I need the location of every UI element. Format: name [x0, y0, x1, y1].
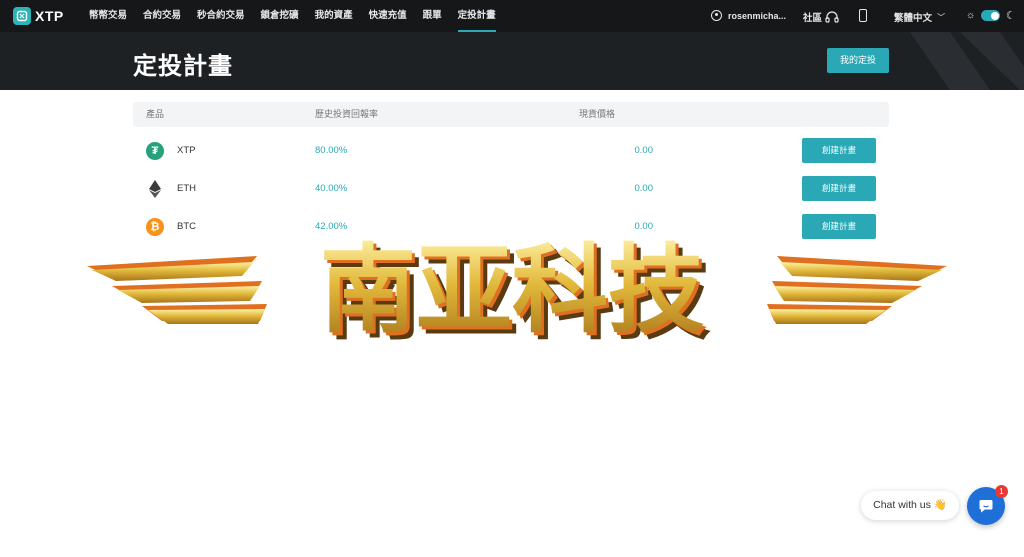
return-rate: 80.00%: [315, 145, 348, 156]
logo[interactable]: XTP: [13, 7, 83, 25]
nav-item-quick-deposit[interactable]: 快速充值: [369, 0, 407, 32]
headset-icon: [825, 11, 839, 23]
watermark-logo: 南亚科技 南亚科技 南亚科技: [87, 234, 947, 346]
nav-item-lock-mining[interactable]: 鎖倉挖礦: [261, 0, 299, 32]
header-product: 產品: [146, 109, 165, 119]
community-label: 社區: [803, 13, 823, 24]
language-label: 繁體中文: [894, 13, 933, 24]
username: rosenmicha...: [728, 10, 787, 21]
table-header: 產品 歷史投資回報率 現貨價格: [133, 102, 889, 127]
chat-prompt-bubble[interactable]: Chat with us 👋: [861, 491, 959, 520]
ethereum-icon: [146, 180, 164, 198]
page-title: 定投計畫: [133, 53, 233, 80]
nav-item-second-contract[interactable]: 秒合約交易: [197, 0, 245, 32]
my-plan-button[interactable]: 我的定投: [827, 48, 889, 73]
create-plan-button[interactable]: 創建計畫: [802, 138, 876, 163]
notification-badge: 1: [995, 485, 1008, 498]
header-rate: 歷史投資回報率: [315, 109, 379, 119]
nav-item-spot-trading[interactable]: 幣幣交易: [89, 0, 127, 32]
page-banner: 定投計畫 我的定投: [0, 32, 1024, 90]
spot-price: 0.00: [634, 145, 654, 156]
right-wing-icon: [767, 256, 947, 324]
coin-name: ETH: [177, 183, 196, 194]
user-menu[interactable]: rosenmicha...: [711, 10, 786, 21]
return-rate: 40.00%: [315, 183, 348, 194]
create-plan-button[interactable]: 創建計畫: [802, 176, 876, 201]
nav-item-copy-trading[interactable]: 跟單: [423, 0, 442, 32]
logo-icon: [13, 7, 31, 25]
watermark-text: 南亚科技: [320, 234, 704, 346]
banner-decoration: [910, 32, 1024, 90]
user-icon: [711, 10, 722, 21]
chevron-down-icon: ﹀: [937, 12, 946, 22]
coin-name: XTP: [177, 145, 196, 156]
logo-text: XTP: [35, 8, 64, 24]
moon-icon: ☾: [1006, 10, 1016, 22]
chat-icon: [979, 500, 993, 513]
left-wing-icon: [87, 256, 267, 324]
spot-price: 0.00: [634, 183, 654, 194]
sun-icon: ☼: [966, 10, 976, 21]
community-link[interactable]: 社區: [803, 10, 839, 24]
nav-item-my-assets[interactable]: 我的資產: [315, 0, 353, 32]
tether-icon: ₮: [146, 142, 164, 160]
nav-item-contract-trading[interactable]: 合約交易: [143, 0, 181, 32]
mobile-app-icon[interactable]: [859, 9, 867, 22]
theme-toggle[interactable]: [981, 10, 1000, 21]
nav-item-investment-plan[interactable]: 定投計畫: [457, 0, 496, 32]
main-nav: 幣幣交易 合約交易 秒合約交易 鎖倉挖礦 我的資產 快速充值 跟單 定投計畫: [89, 0, 512, 32]
header-price: 現貨價格: [579, 109, 616, 119]
top-navbar: XTP 幣幣交易 合約交易 秒合約交易 鎖倉挖礦 我的資產 快速充值 跟單 定投…: [0, 0, 1024, 32]
table-row: ₮ XTP 80.00% 0.00 創建計畫: [133, 132, 889, 170]
table-row: ETH 40.00% 0.00 創建計畫: [133, 170, 889, 208]
language-selector[interactable]: 繁體中文 ﹀: [894, 10, 946, 25]
